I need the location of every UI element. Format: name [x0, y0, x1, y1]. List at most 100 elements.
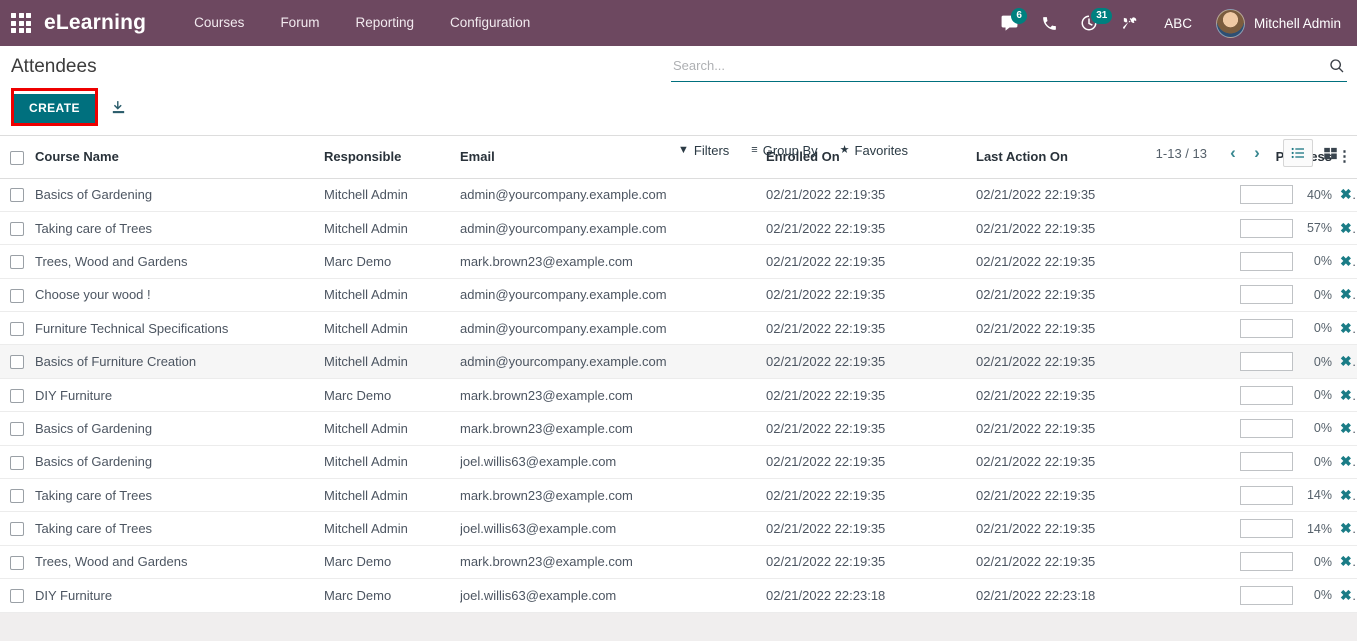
delete-row-icon[interactable]: ✖ — [1332, 453, 1357, 469]
row-checkbox[interactable] — [10, 288, 24, 303]
menu-item-forum[interactable]: Forum — [262, 0, 337, 46]
progress-label: 0% — [1313, 588, 1332, 603]
row-checkbox[interactable] — [10, 488, 24, 503]
cell-delete: ✖ — [1332, 545, 1357, 580]
group-by-lines-icon: ≡ — [751, 144, 758, 156]
cell-delete: ✖ — [1332, 445, 1357, 480]
column-header-responsible[interactable]: Responsible — [324, 136, 460, 179]
delete-row-icon[interactable]: ✖ — [1332, 587, 1357, 603]
table-row[interactable]: Taking care of Trees Mitchell Admin mark.b… — [0, 478, 1357, 513]
delete-row-icon[interactable]: ✖ — [1332, 253, 1357, 269]
menu-item-reporting[interactable]: Reporting — [337, 0, 432, 46]
delete-row-icon[interactable]: ✖ — [1332, 353, 1357, 369]
cell-enrolled-on: 02/21/2022 22:19:35 — [766, 511, 976, 546]
list-view-button[interactable] — [1283, 139, 1313, 167]
search-row — [671, 56, 1347, 82]
navbar-systray: 6 31 ABC Mitchell Admin — [990, 0, 1345, 46]
cell-enrolled-on: 02/21/2022 22:19:35 — [766, 445, 976, 480]
row-select-cell — [0, 511, 34, 546]
delete-row-icon[interactable]: ✖ — [1332, 487, 1357, 503]
table-row[interactable]: Furniture Technical Specifications Mitche… — [0, 311, 1357, 346]
row-checkbox[interactable] — [10, 188, 24, 203]
row-checkbox[interactable] — [10, 388, 24, 403]
row-checkbox[interactable] — [10, 522, 24, 537]
row-checkbox[interactable] — [10, 322, 24, 337]
cell-last-action-on: 02/21/2022 22:19:35 — [976, 511, 1220, 546]
progress-label: 40% — [1306, 187, 1332, 202]
cell-responsible: Mitchell Admin — [324, 211, 460, 246]
select-all-checkbox[interactable] — [10, 150, 24, 165]
row-checkbox[interactable] — [10, 589, 24, 604]
row-checkbox[interactable] — [10, 455, 24, 470]
progress-bar — [1240, 285, 1293, 305]
cell-last-action-on: 02/21/2022 22:19:35 — [976, 378, 1220, 413]
cell-enrolled-on: 02/21/2022 22:19:35 — [766, 478, 976, 513]
app-brand-elearning[interactable]: eLearning — [42, 11, 152, 35]
table-row[interactable]: Choose your wood ! Mitchell Admin admin@yo… — [0, 278, 1357, 313]
delete-row-icon[interactable]: ✖ — [1332, 387, 1357, 403]
row-checkbox[interactable] — [10, 255, 24, 270]
table-row[interactable]: Trees, Wood and Gardens Marc Demo mark.bro… — [0, 244, 1357, 279]
group-by-dropdown[interactable]: ≡ Group By — [751, 143, 817, 158]
pager-previous-button[interactable]: ‹ — [1221, 140, 1245, 166]
kanban-view-button[interactable] — [1315, 139, 1345, 167]
table-row[interactable]: Basics of Gardening Mitchell Admin joel.wi… — [0, 445, 1357, 480]
row-checkbox[interactable] — [10, 555, 24, 570]
cell-email: mark.brown23@example.com — [460, 244, 766, 279]
filters-dropdown[interactable]: ▼ Filters — [678, 143, 729, 158]
progress-label: 0% — [1313, 421, 1332, 436]
delete-row-icon[interactable]: ✖ — [1332, 520, 1357, 536]
breadcrumb: Attendees — [11, 56, 97, 77]
activities-button[interactable]: 31 — [1070, 0, 1113, 46]
delete-row-icon[interactable]: ✖ — [1332, 553, 1357, 569]
table-row[interactable]: Taking care of Trees Mitchell Admin joel.w… — [0, 511, 1357, 546]
table-row[interactable]: Taking care of Trees Mitchell Admin admin@… — [0, 211, 1357, 246]
delete-row-icon[interactable]: ✖ — [1332, 420, 1357, 436]
row-select-cell — [0, 244, 34, 279]
create-button[interactable]: CREATE — [14, 94, 95, 123]
table-row[interactable]: DIY Furniture Marc Demo mark.brown23@examp… — [0, 378, 1357, 413]
row-checkbox[interactable] — [10, 422, 24, 437]
delete-row-icon[interactable]: ✖ — [1332, 286, 1357, 302]
row-checkbox[interactable] — [10, 355, 24, 370]
control-panel-left: Attendees CREATE — [11, 46, 133, 126]
progress-label: 0% — [1313, 254, 1332, 269]
messages-button[interactable]: 6 — [990, 0, 1028, 46]
delete-row-icon[interactable]: ✖ — [1332, 320, 1357, 336]
delete-row-icon[interactable]: ✖ — [1332, 220, 1357, 236]
row-checkbox[interactable] — [10, 221, 24, 236]
menu-item-courses[interactable]: Courses — [176, 0, 262, 46]
table-row[interactable]: Basics of Furniture Creation Mitchell Adm… — [0, 344, 1357, 379]
cell-last-action-on: 02/21/2022 22:19:35 — [976, 478, 1220, 513]
search-input[interactable] — [671, 56, 1327, 75]
tools-icon[interactable] — [1110, 0, 1148, 46]
phone-button[interactable] — [1030, 0, 1068, 46]
table-row[interactable]: Trees, Wood and Gardens Marc Demo mark.bro… — [0, 545, 1357, 580]
menu-item-configuration[interactable]: Configuration — [432, 0, 548, 46]
table-row[interactable]: DIY Furniture Marc Demo joel.willis63@exam… — [0, 578, 1357, 613]
table-row[interactable]: Basics of Gardening Mitchell Admin mark.br… — [0, 411, 1357, 446]
cell-course-name: DIY Furniture — [34, 378, 324, 413]
cell-progress: 0% — [1220, 311, 1332, 346]
cell-last-action-on: 02/21/2022 22:19:35 — [976, 244, 1220, 279]
cell-course-name: Basics of Furniture Creation — [34, 344, 324, 379]
column-header-course-name[interactable]: Course Name — [34, 136, 324, 179]
favorites-dropdown[interactable]: ★ Favorites — [840, 143, 908, 158]
cell-last-action-on: 02/21/2022 22:19:35 — [976, 545, 1220, 580]
row-select-cell — [0, 378, 34, 413]
delete-row-icon[interactable]: ✖ — [1332, 186, 1357, 202]
progress-label: 0% — [1313, 354, 1332, 369]
page-footer-space — [0, 612, 1357, 641]
import-records-icon[interactable] — [104, 95, 133, 120]
cell-enrolled-on: 02/21/2022 22:19:35 — [766, 378, 976, 413]
company-switcher[interactable]: ABC — [1150, 16, 1206, 31]
cell-course-name: Basics of Gardening — [34, 445, 324, 480]
progress-label: 14% — [1306, 521, 1332, 536]
pager-next-button[interactable]: › — [1245, 140, 1269, 166]
search-icon[interactable] — [1327, 58, 1347, 74]
cell-email: admin@yourcompany.example.com — [460, 211, 766, 246]
table-row[interactable]: Basics of Gardening Mitchell Admin admin@y… — [0, 178, 1357, 212]
apps-menu-button[interactable] — [0, 0, 42, 46]
progress-bar — [1240, 185, 1293, 205]
user-menu[interactable]: Mitchell Admin — [1208, 8, 1345, 38]
